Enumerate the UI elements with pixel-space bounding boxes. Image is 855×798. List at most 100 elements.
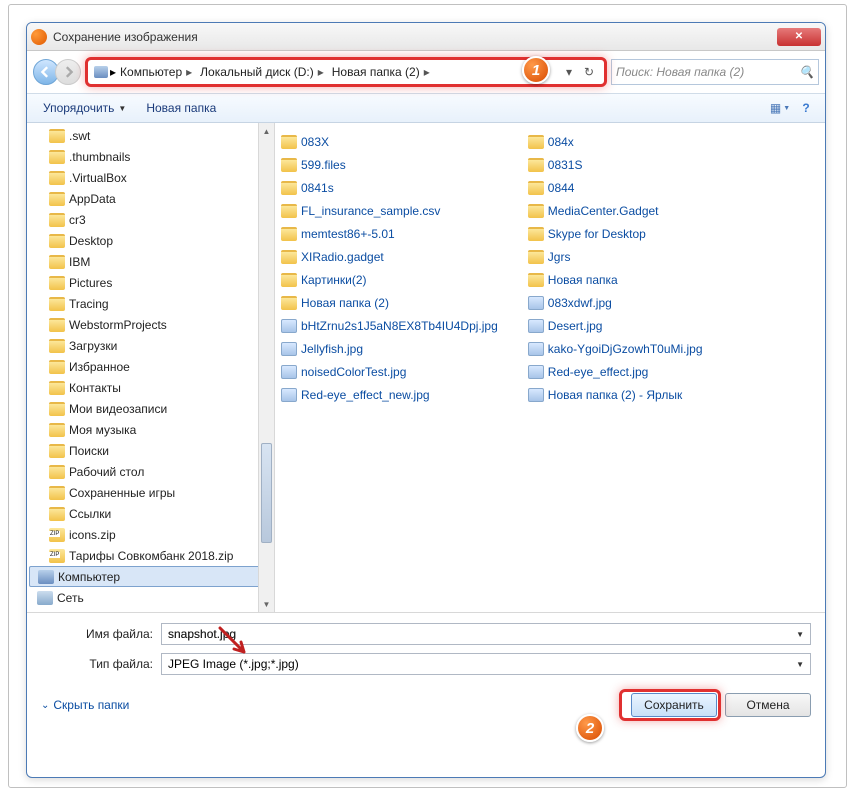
folder-icon	[49, 150, 65, 164]
folder-icon	[281, 181, 297, 195]
file-name: 083X	[301, 135, 329, 149]
file-item[interactable]: 599.files	[281, 154, 498, 175]
address-dropdown-button[interactable]: ▾	[560, 63, 578, 81]
tree-item[interactable]: WebstormProjects	[27, 314, 274, 335]
file-item[interactable]: Jgrs	[528, 246, 703, 267]
tree-item[interactable]: Избранное	[27, 356, 274, 377]
tree-item[interactable]: Мои видеозаписи	[27, 398, 274, 419]
folder-icon	[49, 171, 65, 185]
breadcrumb-item[interactable]: Новая папка (2)▸	[328, 63, 434, 81]
filetype-select[interactable]: JPEG Image (*.jpg;*.jpg)▼	[161, 653, 811, 675]
folder-icon	[281, 250, 297, 264]
file-item[interactable]: MediaCenter.Gadget	[528, 200, 703, 221]
hide-folders-link[interactable]: ⌄Скрыть папки	[41, 698, 129, 712]
folder-tree[interactable]: .swt .thumbnails .VirtualBoxAppDatacr3Desk…	[27, 123, 275, 612]
annotation-arrow	[216, 624, 256, 664]
file-item[interactable]: Desert.jpg	[528, 315, 703, 336]
tree-item[interactable]: AppData	[27, 188, 274, 209]
file-item[interactable]: 0831S	[528, 154, 703, 175]
close-button[interactable]: ✕	[777, 28, 821, 46]
folder-icon	[49, 465, 65, 479]
tree-item[interactable]: Tracing	[27, 293, 274, 314]
tree-item[interactable]: Desktop	[27, 230, 274, 251]
tree-item[interactable]: Ссылки	[27, 503, 274, 524]
breadcrumb-item[interactable]: Локальный диск (D:)▸	[196, 63, 328, 81]
folder-icon	[49, 297, 65, 311]
network-icon	[37, 591, 53, 605]
tree-scrollbar[interactable]: ▲ ▼	[258, 123, 274, 612]
file-item[interactable]: 083xdwf.jpg	[528, 292, 703, 313]
file-item[interactable]: XIRadio.gadget	[281, 246, 498, 267]
file-item[interactable]: noisedColorTest.jpg	[281, 361, 498, 382]
filename-input[interactable]: snapshot.jpg▼	[161, 623, 811, 645]
chevron-down-icon[interactable]: ▼	[796, 630, 804, 639]
new-folder-button[interactable]: Новая папка	[136, 98, 226, 118]
tree-item[interactable]: Pictures	[27, 272, 274, 293]
folder-icon	[49, 360, 65, 374]
refresh-button[interactable]: ↻	[580, 63, 598, 81]
tree-item-label: Рабочий стол	[69, 465, 144, 479]
tree-item[interactable]: icons.zip	[27, 524, 274, 545]
tree-item[interactable]: Рабочий стол	[27, 461, 274, 482]
file-item[interactable]: kako-YgoiDjGzowhT0uMi.jpg	[528, 338, 703, 359]
tree-item[interactable]: Моя музыка	[27, 419, 274, 440]
file-item[interactable]: 083X	[281, 131, 498, 152]
file-item[interactable]: Новая папка (2)	[281, 292, 498, 313]
file-item[interactable]: Картинки(2)	[281, 269, 498, 290]
scroll-up-button[interactable]: ▲	[259, 123, 274, 139]
folder-icon	[49, 444, 65, 458]
scroll-down-button[interactable]: ▼	[259, 596, 274, 612]
organize-button[interactable]: Упорядочить▼	[33, 98, 136, 118]
cancel-button[interactable]: Отмена	[725, 693, 811, 717]
file-item[interactable]: FL_insurance_sample.csv	[281, 200, 498, 221]
file-item[interactable]: Skype for Desktop	[528, 223, 703, 244]
file-item[interactable]: Новая папка (2) - Ярлык	[528, 384, 703, 405]
tree-item[interactable]: Тарифы Совкомбанк 2018.zip	[27, 545, 274, 566]
file-item[interactable]: 0844	[528, 177, 703, 198]
tree-item[interactable]: Контакты	[27, 377, 274, 398]
tree-item[interactable]: Компьютер	[29, 566, 272, 587]
help-button[interactable]: ?	[793, 97, 819, 119]
tree-item[interactable]: Сеть	[27, 587, 274, 608]
folder-icon	[528, 227, 544, 241]
file-item[interactable]: 0841s	[281, 177, 498, 198]
tree-item[interactable]: Загрузки	[27, 335, 274, 356]
forward-button[interactable]	[55, 59, 81, 85]
tree-item[interactable]: cr3	[27, 209, 274, 230]
tree-item[interactable]: .thumbnails	[27, 146, 274, 167]
file-name: memtest86+-5.01	[301, 227, 395, 241]
file-name: FL_insurance_sample.csv	[301, 204, 440, 218]
view-button[interactable]: ▦▼	[767, 97, 793, 119]
chevron-down-icon: ⌄	[41, 700, 49, 711]
tree-item[interactable]: IBM	[27, 251, 274, 272]
tree-item[interactable]: Сохраненные игры	[27, 482, 274, 503]
tree-item[interactable]: .VirtualBox	[27, 167, 274, 188]
file-item[interactable]: Red-eye_effect_new.jpg	[281, 384, 498, 405]
tree-item[interactable]: .swt	[27, 125, 274, 146]
folder-icon	[281, 135, 297, 149]
file-item[interactable]: Новая папка	[528, 269, 703, 290]
tree-item-label: Загрузки	[69, 339, 117, 353]
file-item[interactable]: memtest86+-5.01	[281, 223, 498, 244]
file-name: Skype for Desktop	[548, 227, 646, 241]
breadcrumb-item[interactable]: Компьютер▸	[116, 63, 196, 81]
save-form: Имя файла: snapshot.jpg▼ Тип файла: JPEG…	[27, 613, 825, 727]
file-item[interactable]: bHtZrnu2s1J5aN8EX8Tb4IU4Dpj.jpg	[281, 315, 498, 336]
scroll-thumb[interactable]	[261, 443, 272, 543]
folder-icon	[49, 129, 65, 143]
chevron-right-icon: ▸	[424, 65, 430, 79]
file-item[interactable]: Red-eye_effect.jpg	[528, 361, 703, 382]
file-list[interactable]: 083X 599.files0841s FL_insurance_sample.cs…	[275, 123, 825, 612]
folder-icon	[528, 158, 544, 172]
file-item[interactable]: Jellyfish.jpg	[281, 338, 498, 359]
tree-item[interactable]: Поиски	[27, 440, 274, 461]
search-input[interactable]: Поиск: Новая папка (2) 🔍	[611, 59, 819, 85]
window-title: Сохранение изображения	[53, 30, 777, 44]
file-item[interactable]: 084x	[528, 131, 703, 152]
tree-item-label: .thumbnails	[69, 150, 130, 164]
chevron-down-icon[interactable]: ▼	[796, 660, 804, 669]
folder-icon	[49, 255, 65, 269]
tree-item-label: .swt	[69, 129, 90, 143]
zip-icon	[49, 528, 65, 542]
filetype-label: Тип файла:	[41, 657, 161, 671]
